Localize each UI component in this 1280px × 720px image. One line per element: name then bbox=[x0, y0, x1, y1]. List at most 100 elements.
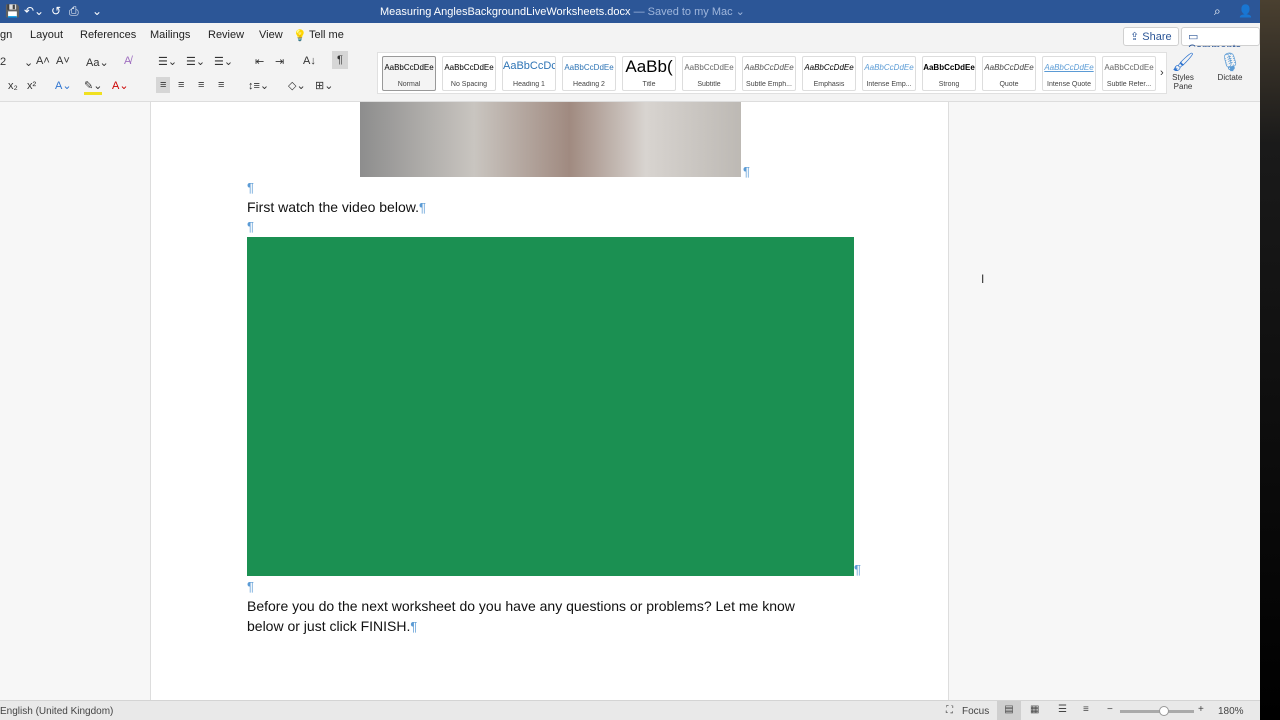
style-subtle-reference[interactable]: AaBbCcDdEe Subtle Refer... bbox=[1102, 56, 1156, 91]
language-status[interactable]: English (United Kingdom) bbox=[0, 706, 113, 717]
zoom-slider-thumb[interactable] bbox=[1159, 706, 1170, 716]
subscript-icon[interactable]: x₂ bbox=[8, 80, 18, 92]
document-page[interactable]: ¶ ¶ First watch the video below.¶ ¶ ¶ ¶ … bbox=[150, 102, 949, 700]
style-subtitle[interactable]: AaBbCcDdEe Subtitle bbox=[682, 56, 736, 91]
zoom-slider[interactable] bbox=[1120, 706, 1194, 716]
style-heading-2[interactable]: AaBbCcDdEe Heading 2 bbox=[562, 56, 616, 91]
paintbrush-icon: 🖌 bbox=[1171, 52, 1195, 72]
style-preview: AaBbCcDdEe bbox=[804, 63, 854, 72]
customize-icon[interactable]: ⌄ bbox=[92, 4, 102, 18]
font-size-select[interactable]: 2 bbox=[0, 56, 6, 68]
style-heading-1[interactable]: AaBbCcDc Heading 1 bbox=[502, 56, 556, 91]
pilcrow: ¶ bbox=[418, 200, 426, 215]
dictate-button[interactable]: 🎙 Dictate bbox=[1212, 52, 1248, 82]
borders-icon[interactable]: ⊞⌄ bbox=[315, 79, 333, 92]
focus-button[interactable]: Focus bbox=[962, 706, 989, 717]
style-name: Subtle Emph... bbox=[746, 81, 792, 88]
style-intense-quote[interactable]: AaBbCcDdEe Intense Quote bbox=[1042, 56, 1096, 91]
highlight-icon[interactable]: ✎⌄ bbox=[84, 79, 103, 95]
style-quote[interactable]: AaBbCcDdEe Quote bbox=[982, 56, 1036, 91]
document-image[interactable] bbox=[360, 102, 741, 177]
style-preview: AaBbCcDc bbox=[503, 60, 555, 72]
draft-icon[interactable]: ≡ bbox=[1083, 704, 1089, 715]
print-icon[interactable]: ⎙ bbox=[69, 4, 79, 19]
search-icon[interactable]: ⌕ bbox=[1214, 4, 1221, 19]
tab-view[interactable]: View bbox=[259, 29, 283, 41]
font-size-dropdown-icon[interactable]: ⌄ bbox=[24, 56, 33, 69]
style-preview: AaBbCcDdEe bbox=[444, 63, 494, 72]
zoom-in-icon[interactable]: + bbox=[1198, 704, 1204, 715]
paragraph-question-cont[interactable]: below or just click FINISH.¶ bbox=[247, 618, 417, 634]
grow-font-icon[interactable]: A˄ bbox=[36, 55, 50, 67]
style-name: No Spacing bbox=[450, 81, 488, 88]
gallery-more-icon[interactable]: › bbox=[1160, 67, 1164, 79]
align-center-icon[interactable]: ≡ bbox=[178, 79, 184, 91]
paragraph-text: First watch the video below. bbox=[247, 199, 419, 215]
window-title: Measuring AnglesBackgroundLiveWorksheets… bbox=[380, 6, 745, 18]
superscript-icon[interactable]: x² bbox=[27, 80, 36, 92]
zoom-level[interactable]: 180% bbox=[1218, 706, 1244, 717]
style-no-spacing[interactable]: AaBbCcDdEe No Spacing bbox=[442, 56, 496, 91]
style-subtle-emphasis[interactable]: AaBbCcDdEe Subtle Emph... bbox=[742, 56, 796, 91]
style-title[interactable]: AaBb(Title bbox=[622, 56, 676, 91]
style-strong[interactable]: AaBbCcDdEe Strong bbox=[922, 56, 976, 91]
tab-layout[interactable]: Layout bbox=[30, 29, 63, 41]
bullets-icon[interactable]: ☰⌄ bbox=[158, 55, 177, 68]
line-spacing-icon[interactable]: ↕≡⌄ bbox=[248, 79, 269, 92]
clear-formatting-icon[interactable]: A̸ bbox=[124, 55, 131, 67]
ribbon-tabs: gn Layout References Mailings Review Vie… bbox=[0, 23, 1260, 55]
align-right-icon[interactable]: ≡ bbox=[198, 79, 204, 91]
comments-button[interactable]: ▭ Comments bbox=[1181, 27, 1260, 55]
font-color-icon[interactable]: A⌄ bbox=[112, 79, 129, 92]
style-name: Intense Emp... bbox=[866, 81, 912, 88]
tab-review[interactable]: Review bbox=[208, 29, 244, 41]
multilevel-list-icon[interactable]: ☰⌄ bbox=[214, 55, 233, 68]
sort-icon[interactable]: A↓ bbox=[303, 55, 316, 67]
tab-mailings[interactable]: Mailings bbox=[150, 29, 190, 41]
style-preview: AaBbCcDdEe bbox=[1044, 63, 1094, 72]
styles-pane-button[interactable]: 🖌 Styles Pane bbox=[1170, 52, 1196, 91]
paragraph-question[interactable]: Before you do the next worksheet do you … bbox=[247, 598, 795, 614]
zoom-out-icon[interactable]: − bbox=[1107, 704, 1113, 715]
tab-design[interactable]: gn bbox=[0, 29, 12, 41]
undo-icon[interactable]: ↶⌄ bbox=[24, 4, 44, 18]
style-emphasis[interactable]: AaBbCcDdEe Emphasis bbox=[802, 56, 856, 91]
style-normal[interactable]: AaBbCcDdEe Normal bbox=[382, 56, 436, 91]
pilcrow: ¶ bbox=[743, 164, 750, 179]
outline-icon[interactable]: ☰ bbox=[1058, 704, 1067, 715]
account-icon[interactable]: 👤 bbox=[1238, 4, 1253, 18]
justify-icon[interactable]: ≡ bbox=[218, 79, 224, 91]
share-button[interactable]: ⇪ Share bbox=[1123, 27, 1179, 46]
style-intense-emphasis[interactable]: AaBbCcDdEe Intense Emp... bbox=[862, 56, 916, 91]
pilcrow: ¶ bbox=[854, 562, 861, 577]
paragraph-intro[interactable]: First watch the video below.¶ bbox=[247, 199, 426, 215]
numbering-icon[interactable]: ☰⌄ bbox=[186, 55, 205, 68]
decrease-indent-icon[interactable]: ⇤ bbox=[255, 55, 264, 68]
shrink-font-icon[interactable]: A˅ bbox=[56, 55, 70, 67]
print-layout-icon[interactable]: ▤ bbox=[997, 701, 1021, 720]
text-effects-icon[interactable]: A⌄ bbox=[55, 79, 72, 92]
align-left-icon[interactable]: ≡ bbox=[156, 77, 171, 93]
focus-icon: ⛶ bbox=[946, 705, 953, 716]
style-preview: AaBbCcDdEe bbox=[1104, 63, 1154, 72]
show-formatting-icon[interactable]: ¶ bbox=[332, 51, 348, 69]
redo-icon[interactable]: ↺ bbox=[51, 4, 61, 18]
embedded-video[interactable] bbox=[247, 237, 854, 576]
change-case-icon[interactable]: Aa⌄ bbox=[86, 56, 109, 69]
increase-indent-icon[interactable]: ⇥ bbox=[275, 55, 284, 68]
web-layout-icon[interactable]: ▦ bbox=[1030, 704, 1039, 715]
style-preview: AaBbCcDdEe bbox=[923, 63, 975, 72]
microphone-icon: 🎙 bbox=[1218, 52, 1242, 72]
save-icon[interactable]: 💾 bbox=[5, 4, 20, 18]
shading-icon[interactable]: ◇⌄ bbox=[288, 79, 306, 92]
tab-references[interactable]: References bbox=[80, 29, 136, 41]
style-preview: AaBb( bbox=[625, 57, 673, 76]
document-canvas: ¶ ¶ First watch the video below.¶ ¶ ¶ ¶ … bbox=[0, 102, 1260, 700]
style-preview: AaBbCcDdEe bbox=[744, 63, 794, 72]
styles-pane-label: Styles Pane bbox=[1172, 73, 1194, 91]
desktop-background bbox=[1260, 0, 1280, 720]
tell-me[interactable]: Tell me bbox=[309, 29, 344, 41]
share-label: Share bbox=[1142, 31, 1172, 43]
style-preview: AaBbCcDdEe bbox=[384, 63, 434, 72]
style-name: Heading 1 bbox=[513, 81, 545, 88]
